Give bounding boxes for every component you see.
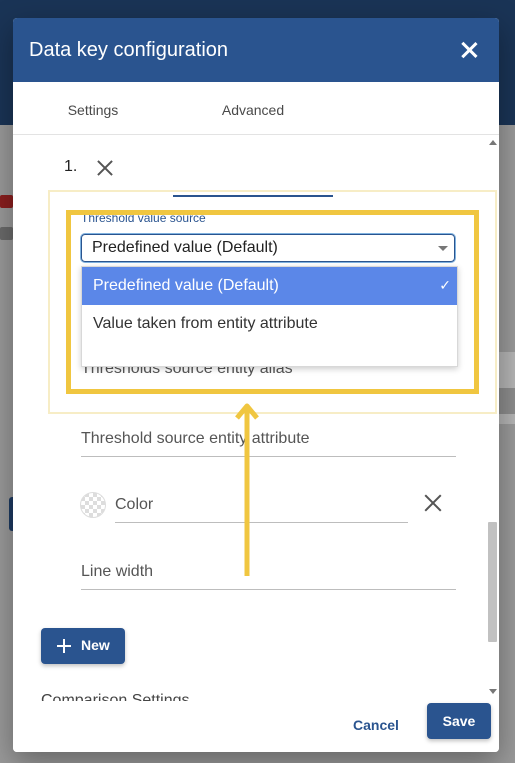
tab-advanced[interactable]: Advanced: [173, 82, 333, 134]
dialog-actions: Cancel Save: [13, 701, 499, 752]
remove-threshold-icon[interactable]: [96, 159, 114, 177]
background-checkbox: [0, 227, 13, 240]
arrow-up-icon: [235, 403, 259, 576]
background-checkbox: [0, 195, 13, 208]
data-key-configuration-dialog: Data key configuration Settings Advanced…: [13, 18, 499, 752]
color-field[interactable]: Color: [115, 492, 408, 523]
threshold-source-entity-attribute-field[interactable]: Threshold source entity attribute: [81, 426, 456, 457]
clear-color-icon[interactable]: [423, 493, 443, 513]
plus-icon: [57, 639, 71, 653]
scroll-down-arrow-icon[interactable]: [489, 689, 497, 694]
field-label: Line width: [81, 563, 154, 580]
threshold-item-number: 1.: [64, 158, 78, 175]
save-button[interactable]: Save: [427, 703, 491, 739]
add-threshold-button[interactable]: New: [41, 628, 125, 664]
color-swatch-icon[interactable]: [80, 492, 106, 518]
field-label: Color: [115, 496, 154, 513]
tab-bar: Settings Advanced: [13, 82, 499, 197]
highlight-box: [66, 210, 479, 394]
close-icon[interactable]: [457, 38, 481, 62]
tab-settings[interactable]: Settings: [13, 82, 173, 134]
field-label: Threshold source entity attribute: [81, 430, 310, 447]
background-panel-edge: [499, 388, 515, 414]
dialog-title: Data key configuration: [29, 39, 229, 61]
dialog-header: Data key configuration: [13, 18, 499, 82]
cancel-button[interactable]: Cancel: [353, 717, 399, 733]
new-button-label: New: [81, 637, 110, 653]
scroll-thumb[interactable]: [488, 522, 497, 642]
line-width-field[interactable]: Line width: [81, 559, 456, 590]
scroll-up-arrow-icon[interactable]: [489, 140, 497, 145]
